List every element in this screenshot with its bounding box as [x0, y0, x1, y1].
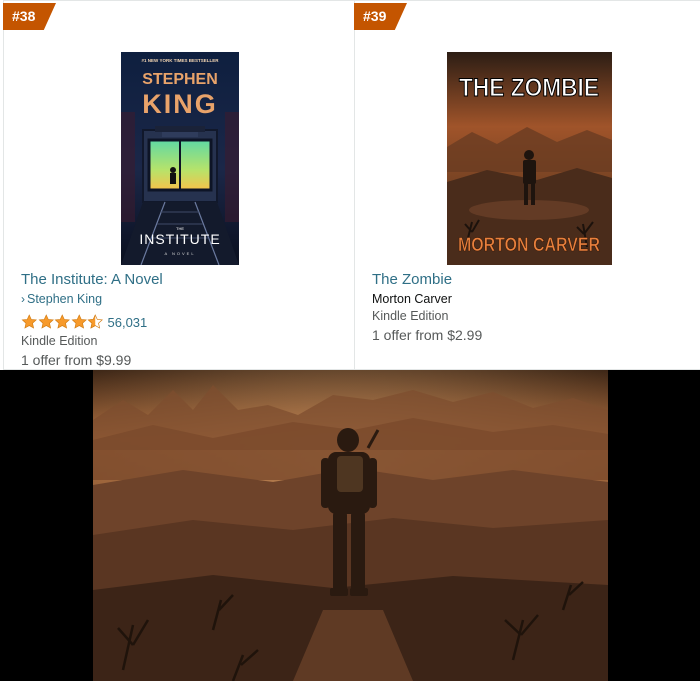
product-title-link[interactable]: The Zombie — [372, 271, 452, 288]
book-cover-the-zombie[interactable]: THE ZOMBIE MORTON CARVER — [447, 52, 612, 265]
cover-art-preview — [0, 370, 700, 681]
wasteland-illustration — [93, 370, 608, 681]
star-icon — [21, 314, 37, 329]
star-half-icon — [87, 314, 103, 329]
cover-author: MORTON CARVER — [458, 235, 600, 256]
author-link[interactable]: › Stephen King — [21, 292, 102, 306]
rating-stars — [21, 314, 104, 330]
rating-count-link[interactable]: 56,031 — [108, 315, 148, 330]
cover-subtitle: A NOVEL — [164, 251, 195, 256]
star-icon — [71, 314, 87, 329]
author-name: Morton Carver — [372, 292, 452, 306]
author-name: Stephen King — [27, 292, 103, 306]
chevron-right-icon: › — [21, 292, 25, 306]
cover-title: INSTITUTE — [139, 231, 220, 247]
offer-link[interactable]: 1 offer from $2.99 — [372, 327, 482, 343]
format-label: Kindle Edition — [372, 309, 449, 323]
star-icon — [54, 314, 70, 329]
search-results-grid: #38 #1 NEW YORK TIMES BESTSELLER STEPHEN… — [0, 0, 700, 370]
star-icon — [38, 314, 54, 329]
rank-badge: #39 — [354, 3, 407, 30]
star-rating[interactable]: 56,031 — [21, 312, 147, 332]
cover-author-last: KING — [142, 89, 218, 119]
offer-link[interactable]: 1 offer from $9.99 — [21, 352, 131, 368]
cover-title: THE ZOMBIE — [459, 74, 599, 102]
rank-badge: #38 — [3, 3, 56, 30]
format-label: Kindle Edition — [21, 334, 98, 348]
result-card-the-zombie[interactable]: #39 THE ZOMBIE MORTON CARVER The Zombie … — [354, 0, 700, 370]
cover-top-banner: #1 NEW YORK TIMES BESTSELLER — [142, 58, 220, 63]
result-card-the-institute[interactable]: #38 #1 NEW YORK TIMES BESTSELLER STEPHEN… — [3, 0, 355, 370]
cover-art-the-institute: #1 NEW YORK TIMES BESTSELLER STEPHEN KIN… — [121, 52, 239, 265]
product-title-link[interactable]: The Institute: A Novel — [21, 271, 163, 288]
book-cover-the-institute[interactable]: #1 NEW YORK TIMES BESTSELLER STEPHEN KIN… — [121, 52, 239, 265]
cover-author-first: STEPHEN — [142, 71, 218, 88]
cover-art-the-zombie: THE ZOMBIE MORTON CARVER — [447, 52, 612, 265]
